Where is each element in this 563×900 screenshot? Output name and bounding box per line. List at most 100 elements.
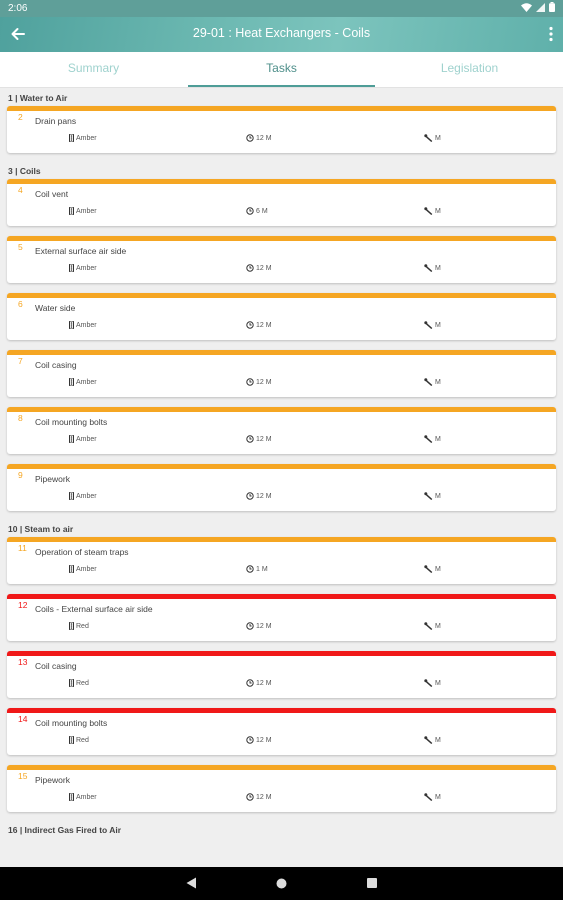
traffic-light-icon <box>69 378 74 386</box>
task-rating: Amber <box>69 378 97 386</box>
wrench-icon <box>424 264 433 272</box>
system-nav-bar <box>0 867 563 900</box>
section-header: 3 | Coils <box>8 166 41 176</box>
traffic-light-icon <box>69 793 74 801</box>
task-type: M <box>424 622 441 630</box>
section-header: 16 | Indirect Gas Fired to Air <box>8 825 122 835</box>
task-interval: 12 M <box>246 134 272 142</box>
task-rating: Amber <box>69 207 97 215</box>
task-card[interactable]: 12 Coils - External surface air side Red 12… <box>7 594 556 641</box>
tab-legislation[interactable]: Legislation <box>376 52 563 87</box>
task-type: M <box>424 134 441 142</box>
rating-label: Amber <box>76 435 97 443</box>
history-clock-icon <box>246 679 254 687</box>
task-number: 13 <box>18 657 28 667</box>
task-number: 14 <box>18 714 28 724</box>
history-clock-icon <box>246 264 254 272</box>
task-interval: 6 M <box>246 207 268 215</box>
task-card[interactable]: 7 Coil casing Amber 12 M M <box>7 350 556 397</box>
type-label: M <box>435 134 441 142</box>
battery-icon <box>549 2 555 12</box>
type-label: M <box>435 736 441 744</box>
history-clock-icon <box>246 565 254 573</box>
task-type: M <box>424 679 441 687</box>
task-name: Coil mounting bolts <box>35 417 108 427</box>
task-number: 4 <box>18 185 23 195</box>
task-type: M <box>424 321 441 329</box>
status-bar: 2:06 <box>0 0 563 17</box>
task-interval: 12 M <box>246 378 272 386</box>
section-header: 10 | Steam to air <box>8 524 74 534</box>
tab-summary[interactable]: Summary <box>0 52 187 87</box>
interval-label: 12 M <box>256 321 272 329</box>
task-rating: Amber <box>69 134 97 142</box>
task-interval: 12 M <box>246 435 272 443</box>
wrench-icon <box>424 435 433 443</box>
rating-label: Red <box>76 736 89 744</box>
task-name: Coils - External surface air side <box>35 604 153 614</box>
task-type: M <box>424 264 441 272</box>
task-card[interactable]: 9 Pipework Amber 12 M M <box>7 464 556 511</box>
task-card[interactable]: 5 External surface air side Amber 12 M M <box>7 236 556 283</box>
task-rating: Amber <box>69 321 97 329</box>
traffic-light-icon <box>69 679 74 687</box>
wifi-icon <box>521 2 532 12</box>
traffic-light-icon <box>69 134 74 142</box>
status-icons <box>521 2 555 12</box>
task-name: Coil mounting bolts <box>35 718 108 728</box>
type-label: M <box>435 622 441 630</box>
app-bar: 29-01 : Heat Exchangers - Coils <box>0 17 563 52</box>
task-interval: 12 M <box>246 793 272 801</box>
task-type: M <box>424 378 441 386</box>
task-number: 5 <box>18 242 23 252</box>
nav-recents-icon[interactable] <box>367 878 377 888</box>
task-interval: 12 M <box>246 492 272 500</box>
task-card[interactable]: 14 Coil mounting bolts Red 12 M M <box>7 708 556 755</box>
task-interval: 12 M <box>246 679 272 687</box>
type-label: M <box>435 264 441 272</box>
wrench-icon <box>424 565 433 573</box>
nav-home-icon[interactable] <box>276 878 287 889</box>
type-label: M <box>435 679 441 687</box>
task-rating: Red <box>69 622 89 630</box>
task-name: Operation of steam traps <box>35 547 129 557</box>
task-card[interactable]: 4 Coil vent Amber 6 M M <box>7 179 556 226</box>
status-time: 2:06 <box>8 3 28 14</box>
rating-label: Red <box>76 622 89 630</box>
interval-label: 12 M <box>256 736 272 744</box>
traffic-light-icon <box>69 492 74 500</box>
rating-label: Amber <box>76 264 97 272</box>
task-rating: Red <box>69 736 89 744</box>
task-card[interactable]: 15 Pipework Amber 12 M M <box>7 765 556 812</box>
task-list[interactable]: 1 | Water to Air 2 Drain pans Amber 12 M M 3 |… <box>0 88 563 867</box>
tab-bar: Summary Tasks Legislation <box>0 52 563 88</box>
task-card[interactable]: 6 Water side Amber 12 M M <box>7 293 556 340</box>
page-title: 29-01 : Heat Exchangers - Coils <box>192 26 371 40</box>
task-rating: Amber <box>69 565 97 573</box>
nav-back-icon[interactable] <box>186 877 197 889</box>
task-card[interactable]: 8 Coil mounting bolts Amber 12 M M <box>7 407 556 454</box>
interval-label: 12 M <box>256 435 272 443</box>
history-clock-icon <box>246 622 254 630</box>
history-clock-icon <box>246 492 254 500</box>
traffic-light-icon <box>69 321 74 329</box>
task-interval: 12 M <box>246 321 272 329</box>
traffic-light-icon <box>69 207 74 215</box>
interval-label: 12 M <box>256 378 272 386</box>
rating-label: Amber <box>76 793 97 801</box>
task-card[interactable]: 13 Coil casing Red 12 M M <box>7 651 556 698</box>
more-vert-icon[interactable] <box>549 26 553 42</box>
tab-tasks[interactable]: Tasks <box>188 52 375 87</box>
task-rating: Amber <box>69 435 97 443</box>
wrench-icon <box>424 679 433 687</box>
type-label: M <box>435 435 441 443</box>
interval-label: 1 M <box>256 565 268 573</box>
wrench-icon <box>424 134 433 142</box>
task-type: M <box>424 435 441 443</box>
task-card[interactable]: 11 Operation of steam traps Amber 1 M M <box>7 537 556 584</box>
type-label: M <box>435 321 441 329</box>
task-card[interactable]: 2 Drain pans Amber 12 M M <box>7 106 556 153</box>
type-label: M <box>435 565 441 573</box>
interval-label: 12 M <box>256 492 272 500</box>
traffic-light-icon <box>69 435 74 443</box>
